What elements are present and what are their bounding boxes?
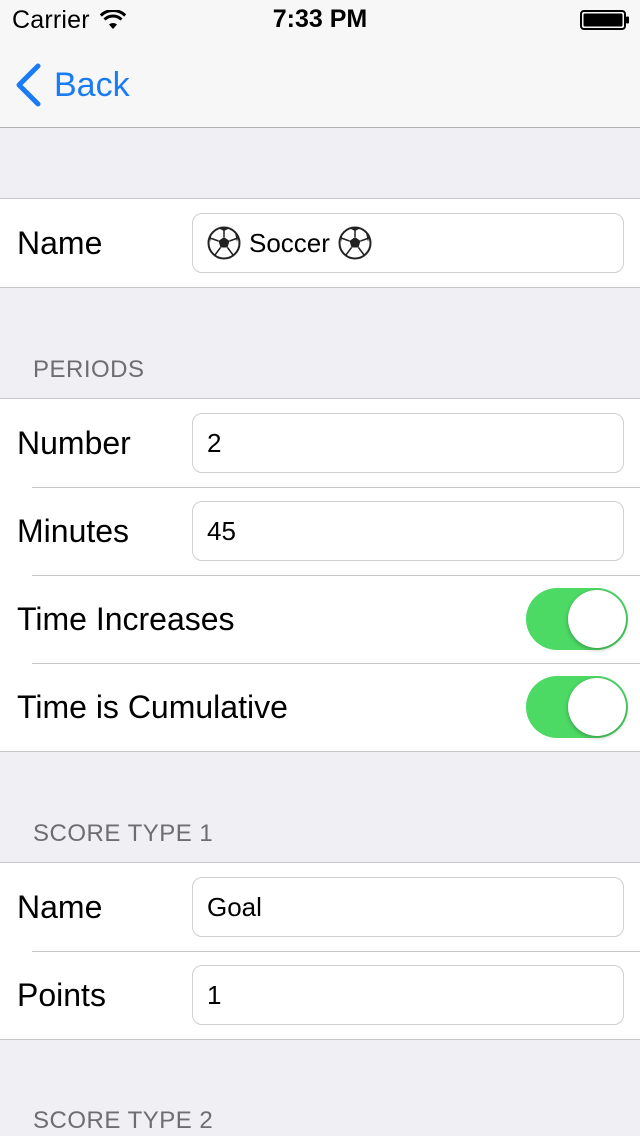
periods-number-row: Number 2 bbox=[0, 399, 640, 487]
time-cumulative-row: Time is Cumulative bbox=[0, 663, 640, 751]
score-type-1-name-label: Name bbox=[17, 889, 103, 925]
time-increases-row: Time Increases bbox=[0, 575, 640, 663]
periods-group: Number 2 Minutes 45 Time Increases Time … bbox=[0, 398, 640, 752]
sport-name-field[interactable]: Soccer bbox=[192, 213, 624, 273]
time-increases-label: Time Increases bbox=[17, 601, 235, 637]
chevron-left-icon bbox=[16, 63, 41, 107]
sport-name-group: Name Soccer bbox=[0, 198, 640, 288]
periods-number-field[interactable]: 2 bbox=[192, 413, 624, 473]
score-type-1-points-label: Points bbox=[17, 977, 106, 1013]
score-type-1-points-row: Points 1 bbox=[0, 951, 640, 1039]
battery-icon bbox=[580, 10, 629, 30]
score-type-1-name-row: Name Goal bbox=[0, 863, 640, 951]
soccer-ball-icon bbox=[338, 226, 372, 260]
sport-name-row: Name Soccer bbox=[0, 199, 640, 287]
periods-number-label: Number bbox=[17, 425, 131, 461]
periods-minutes-field[interactable]: 45 bbox=[192, 501, 624, 561]
back-label: Back bbox=[54, 65, 130, 104]
toggle-knob bbox=[568, 590, 626, 648]
sport-name-value: Soccer bbox=[249, 228, 330, 258]
score-type-2-header: SCORE TYPE 2 bbox=[33, 1107, 214, 1134]
time-cumulative-toggle[interactable] bbox=[526, 676, 628, 738]
periods-minutes-label: Minutes bbox=[17, 513, 130, 549]
back-button[interactable]: Back bbox=[14, 62, 130, 108]
periods-header: PERIODS bbox=[33, 356, 145, 383]
score-type-1-points-value: 1 bbox=[207, 980, 222, 1010]
score-type-1-points-field[interactable]: 1 bbox=[192, 965, 624, 1025]
clock-label: 7:33 PM bbox=[272, 5, 368, 33]
soccer-ball-icon bbox=[207, 226, 241, 260]
screen: Carrier 7:33 PM Back Name Soccer PERIODS… bbox=[0, 0, 640, 1136]
score-type-1-name-value: Goal bbox=[207, 892, 262, 922]
periods-minutes-row: Minutes 45 bbox=[0, 487, 640, 575]
toggle-knob bbox=[568, 678, 626, 736]
score-type-1-group: Name Goal Points 1 bbox=[0, 862, 640, 1040]
time-increases-toggle[interactable] bbox=[526, 588, 628, 650]
periods-number-value: 2 bbox=[207, 428, 222, 458]
score-type-1-name-field[interactable]: Goal bbox=[192, 877, 624, 937]
navigation-bar: Carrier 7:33 PM Back bbox=[0, 0, 640, 128]
time-cumulative-label: Time is Cumulative bbox=[17, 689, 288, 725]
periods-minutes-value: 45 bbox=[207, 516, 236, 546]
sport-name-label: Name bbox=[17, 225, 103, 261]
score-type-1-header: SCORE TYPE 1 bbox=[33, 820, 214, 847]
